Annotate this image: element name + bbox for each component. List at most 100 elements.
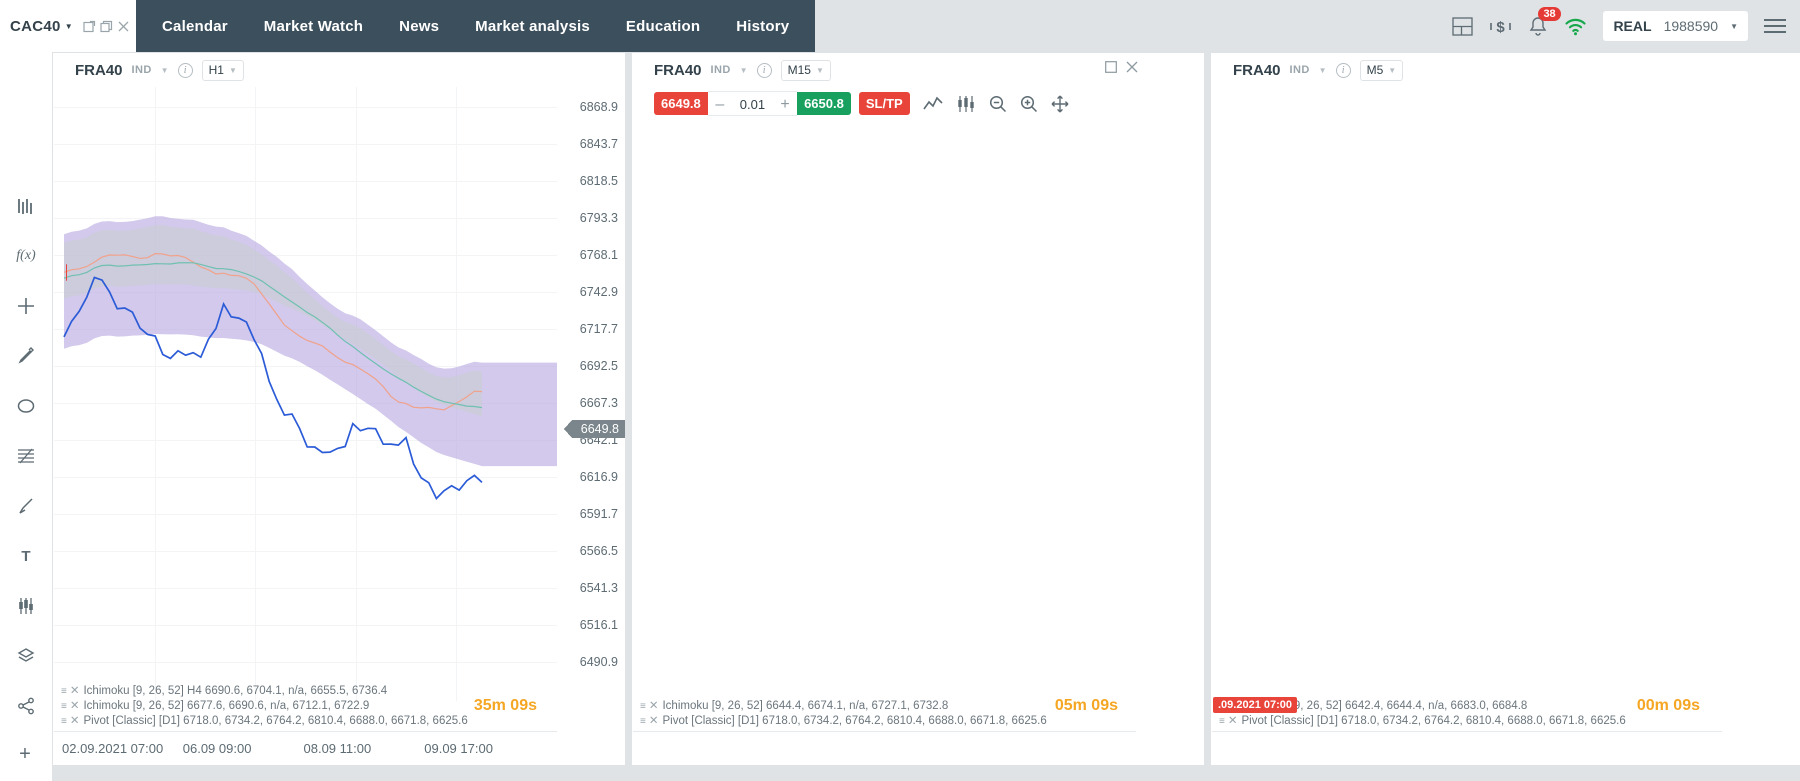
chevron-down-icon[interactable]: ▼: [740, 66, 748, 75]
chart2-indicator-legend: ≡ ✕ Ichimoku [9, 26, 52] 6644.4, 6674.1, n…: [640, 699, 1047, 729]
chart2-plot[interactable]: [633, 87, 1136, 701]
chart2-timeframe-label: M15: [787, 63, 811, 77]
close-icon[interactable]: ✕: [1228, 714, 1238, 729]
close-icon[interactable]: [117, 20, 130, 33]
line-chart-icon[interactable]: [923, 96, 943, 112]
chart1-price-axis[interactable]: 6868.9 6843.7 6818.5 6793.3 6768.1 6742.9 6717…: [557, 87, 625, 701]
close-icon[interactable]: [1126, 61, 1138, 76]
close-icon[interactable]: ✕: [70, 714, 80, 729]
info-icon[interactable]: i: [177, 62, 193, 78]
drag-handle-icon[interactable]: ≡: [640, 714, 646, 729]
price-tick: 6768.1: [579, 248, 618, 263]
chart1-indicator-legend: ≡ ✕ Ichimoku [9, 26, 52] H4 6690.6, 6704.1…: [61, 684, 468, 729]
volume-increment-button[interactable]: +: [773, 91, 798, 116]
price-tick: 6490.9: [579, 655, 618, 670]
restore-icon[interactable]: [100, 20, 113, 33]
volume-decrement-button[interactable]: –: [707, 91, 732, 116]
price-tick: 6566.5: [579, 544, 618, 559]
fibonacci-icon[interactable]: [12, 442, 40, 470]
nav-calendar[interactable]: Calendar: [144, 0, 246, 52]
chart1-timer-seconds: 09s: [510, 697, 537, 714]
brush-icon[interactable]: [12, 492, 40, 520]
chart3-plot[interactable]: [1212, 87, 1722, 701]
close-icon[interactable]: ✕: [649, 699, 659, 714]
chevron-down-icon[interactable]: ▼: [1319, 66, 1327, 75]
chart1-indicator-0: Ichimoku [9, 26, 52] H4 6690.6, 6704.1, …: [83, 685, 388, 697]
zoom-in-icon[interactable]: [1020, 95, 1038, 113]
chart2-indicator-1: Pivot [Classic] [D1] 6718.0, 6734.2, 676…: [662, 715, 1047, 727]
nav-history[interactable]: History: [718, 0, 807, 52]
chart1-symbol: FRA40: [75, 61, 123, 79]
chart3-time-axis[interactable]: [1212, 731, 1722, 765]
ellipse-icon[interactable]: [12, 392, 40, 420]
chart1-plot[interactable]: [54, 87, 557, 701]
chevron-down-icon: ▼: [1388, 65, 1397, 75]
chart2-timeframe-select[interactable]: M15 ▼: [780, 59, 831, 81]
candles-icon[interactable]: [12, 592, 40, 620]
info-icon[interactable]: i: [756, 62, 772, 78]
popout-icon[interactable]: [83, 20, 96, 33]
current-price-label: 6649.8: [563, 419, 625, 438]
chart2-ind-label: IND: [710, 64, 731, 76]
notification-badge: 38: [1538, 6, 1561, 21]
nav-market-watch[interactable]: Market Watch: [246, 0, 381, 52]
chart3-timeframe-select[interactable]: M5 ▼: [1359, 59, 1404, 81]
close-icon[interactable]: ✕: [649, 714, 659, 729]
chart2-price-axis[interactable]: [1136, 87, 1204, 701]
price-tick: 6868.9: [579, 100, 618, 115]
currency-icon[interactable]: $: [1489, 17, 1512, 36]
symbol-tab[interactable]: CAC40 ▼: [0, 0, 136, 52]
volume-input[interactable]: 0.01: [731, 91, 774, 116]
chart1-indicator-1: Ichimoku [9, 26, 52] 6677.6, 6690.6, n/a…: [83, 700, 370, 712]
menu-button[interactable]: [1764, 19, 1786, 33]
info-icon[interactable]: i: [1335, 62, 1351, 78]
text-icon[interactable]: T: [12, 542, 40, 570]
chart1-time-axis[interactable]: 02.09.2021 07:00 06.09 09:00 08.09 11:00 09…: [54, 731, 557, 765]
chevron-down-icon[interactable]: ▼: [65, 22, 73, 31]
share-icon[interactable]: [12, 692, 40, 720]
chart-panel-2: FRA40 IND ▼ i M15 ▼ 6649.8 – 0.01 + 6650…: [631, 52, 1205, 766]
chart1-ind-label: IND: [131, 64, 152, 76]
close-icon[interactable]: ✕: [70, 699, 80, 714]
zoom-out-icon[interactable]: [989, 95, 1007, 113]
layout-icon[interactable]: [1452, 16, 1474, 36]
chart1-countdown: 35m 09s: [474, 697, 537, 715]
pencil-icon[interactable]: [12, 342, 40, 370]
chart2-symbol: FRA40: [654, 61, 702, 79]
chart1-timeframe-select[interactable]: H1 ▼: [201, 59, 244, 81]
sell-button[interactable]: 6649.8: [654, 92, 708, 115]
candles-icon[interactable]: [956, 95, 976, 112]
restore-icon[interactable]: [1105, 61, 1117, 76]
nav-education[interactable]: Education: [608, 0, 718, 52]
bell-icon[interactable]: 38: [1528, 6, 1561, 37]
drag-handle-icon[interactable]: ≡: [640, 699, 646, 714]
chart2-time-axis[interactable]: [633, 731, 1136, 765]
drag-handle-icon[interactable]: ≡: [61, 714, 67, 729]
chevron-down-icon[interactable]: ▼: [161, 66, 169, 75]
close-icon[interactable]: ✕: [70, 684, 80, 699]
drag-handle-icon[interactable]: ≡: [1219, 714, 1225, 729]
drag-handle-icon[interactable]: ≡: [61, 699, 67, 714]
price-tick: 6667.3: [579, 396, 618, 411]
chart1-timer-minutes: 35m: [473, 697, 506, 714]
time-tick: 06.09 09:00: [182, 741, 252, 756]
nav-market-analysis[interactable]: Market analysis: [457, 0, 608, 52]
nav-news[interactable]: News: [381, 0, 457, 52]
sltp-button[interactable]: SL/TP: [858, 92, 910, 115]
buy-button[interactable]: 6650.8: [797, 92, 851, 115]
function-icon[interactable]: f(x): [12, 242, 40, 270]
price-tick: 6516.1: [579, 618, 618, 633]
price-tick: 6742.9: [579, 285, 618, 300]
move-icon[interactable]: [1051, 95, 1069, 113]
crosshair-icon[interactable]: [12, 292, 40, 320]
chart2-indicator-0: Ichimoku [9, 26, 52] 6644.4, 6674.1, n/a…: [662, 700, 949, 712]
top-bar-spacer: [815, 0, 1452, 52]
add-chart-button[interactable]: +: [12, 741, 38, 767]
drag-handle-icon[interactable]: ≡: [61, 684, 67, 699]
wifi-icon[interactable]: [1564, 17, 1587, 36]
account-selector[interactable]: REAL 1988590 ▼: [1603, 11, 1748, 41]
bars-icon[interactable]: [12, 192, 40, 220]
chart3-price-axis[interactable]: [1722, 87, 1800, 701]
layers-icon[interactable]: [12, 642, 40, 670]
trade-toolbar: 6649.8 – 0.01 + 6650.8 SL/TP: [654, 91, 1069, 116]
